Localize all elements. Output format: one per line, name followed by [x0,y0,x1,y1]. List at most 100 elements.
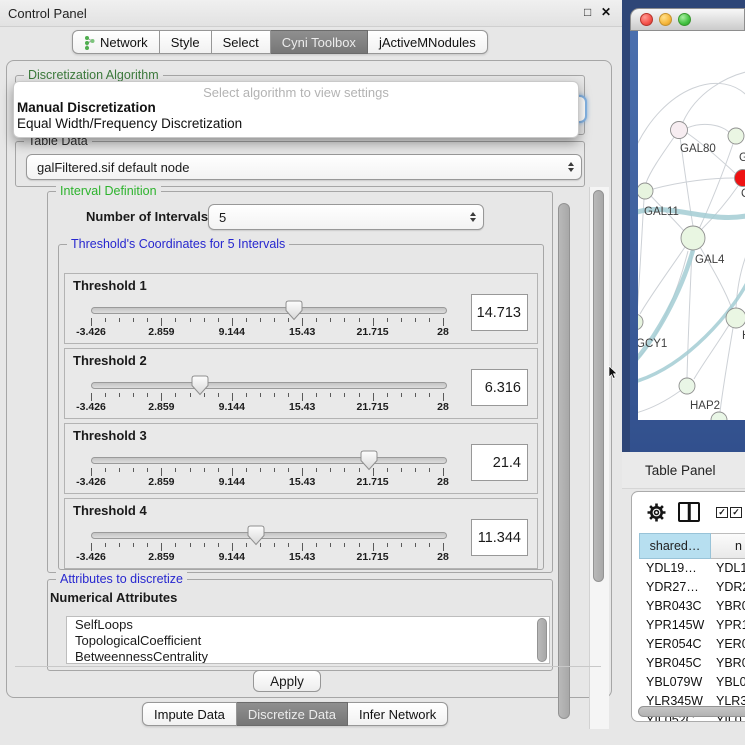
slider-tick [429,318,430,322]
threshold-value-field[interactable]: 6.316 [471,369,528,406]
table-data-combo[interactable]: galFiltered.sif default node [26,154,582,180]
minimize-traffic-light-icon[interactable] [659,13,672,26]
network-edge[interactable] [653,178,734,189]
tab-label: Network [100,35,148,50]
tab-label: Discretize Data [248,707,336,722]
algorithm-option-equal-width-frequency-discretization[interactable]: Equal Width/Frequency Discretization [17,116,570,132]
threshold-value-field[interactable]: 14.713 [471,294,528,331]
attribute-item-selfloops[interactable]: SelfLoops [67,617,549,633]
cell-shared-name: YDR27… [646,580,699,594]
attribute-item-topologicalcoefficient[interactable]: TopologicalCoefficient [67,633,549,649]
zoom-traffic-light-icon[interactable] [678,13,691,26]
tab-label: Select [223,35,259,50]
network-edge[interactable] [646,130,679,183]
network-edge[interactable] [687,124,729,132]
network-edge[interactable] [720,328,733,412]
table-row[interactable]: YBL079WYBL0 [639,675,745,694]
close-traffic-light-icon[interactable] [640,13,653,26]
threshold-panel-3: Threshold 3-3.4262.8599.14415.4321.71528… [64,423,538,494]
numerical-attributes-list[interactable]: SelfLoopsTopologicalCoefficientBetweenne… [66,616,550,664]
slider-track[interactable] [91,532,447,539]
bottom-tab-discretize-data[interactable]: Discretize Data [237,702,348,726]
gear-icon[interactable] [646,502,667,523]
network-edge[interactable] [694,325,729,379]
slider-thumb[interactable] [191,375,209,396]
algorithm-option-manual-discretization[interactable]: Manual Discretization [17,100,570,116]
network-node[interactable] [735,170,745,187]
mouse-cursor [608,366,619,380]
apply-button[interactable]: Apply [253,670,321,692]
table-row[interactable]: YDL19…YDL1 [639,561,745,580]
network-node[interactable] [726,308,745,328]
network-edge[interactable] [640,247,685,314]
attributes-list-scrollbar[interactable] [537,618,547,662]
combo-stepper-icon [568,162,574,172]
table-row[interactable]: YER054CYER0 [639,637,745,656]
slider-tick-label: 21.715 [357,326,389,338]
slider-tick [415,393,416,397]
network-edge[interactable] [638,391,680,413]
column-header-shared-name[interactable]: shared… [639,533,711,559]
slider-tick [330,318,331,322]
slider-thumb[interactable] [285,300,303,321]
desktop-background: GAL80GCGAL11GAL4GCY1HHAP2 [622,0,745,452]
checkbox-icon[interactable]: ✓ [716,507,728,518]
tab-cyni-toolbox[interactable]: Cyni Toolbox [271,30,368,54]
network-edge[interactable] [683,71,745,122]
network-node[interactable] [638,314,643,330]
tab-select[interactable]: Select [212,30,271,54]
column-header-name[interactable]: n [711,533,745,559]
number-of-intervals-combo[interactable]: 5 [208,204,484,230]
bottom-tab-impute-data[interactable]: Impute Data [142,702,237,726]
threshold-value-field[interactable]: 11.344 [471,519,528,556]
network-node[interactable] [681,226,705,250]
slider-tick-label: 28 [437,551,449,563]
slider-tick-label: 28 [437,476,449,488]
slider-tick [105,468,106,472]
network-node[interactable] [671,122,688,139]
slider-tick [373,543,374,551]
slider-tick [260,318,261,322]
bottom-tab-infer-network[interactable]: Infer Network [348,702,448,726]
table-row[interactable]: YBR043CYBR0 [639,599,745,618]
network-node[interactable] [638,183,653,199]
tab-jactivemnodules[interactable]: jActiveMNodules [368,30,488,54]
slider-tick [316,543,317,547]
network-node-label: GCY1 [638,338,667,350]
panel-scrollbar-thumb[interactable] [593,190,604,582]
network-node[interactable] [679,378,695,394]
columns-icon[interactable] [678,502,700,522]
slider-tick [274,468,275,472]
slider-thumb[interactable] [247,525,265,546]
slider-track[interactable] [91,457,447,464]
inner-scrollbar[interactable] [558,203,570,719]
table-row[interactable]: YPR145WYPR1 [639,618,745,637]
network-edge[interactable] [638,83,745,151]
slider-thumb[interactable] [360,450,378,471]
cell-shared-name: YPR145W [646,618,704,632]
slider-track[interactable] [91,382,447,389]
network-node-label: GAL11 [644,206,679,218]
slider-tick [105,393,106,397]
network-node[interactable] [711,412,727,420]
checkbox-icon[interactable]: ✓ [730,507,742,518]
network-window-titlebar[interactable] [630,8,745,31]
table-row[interactable]: YBR045CYBR0 [639,656,745,675]
network-canvas[interactable]: GAL80GCGAL11GAL4GCY1HHAP2 [638,31,745,420]
close-icon[interactable]: ✕ [601,5,611,19]
slider-tick [105,543,106,547]
tab-label: Infer Network [359,707,436,722]
panel-scrollbar-track[interactable] [589,187,609,729]
attribute-item-betweennesscentrality[interactable]: BetweennessCentrality [67,649,549,664]
threshold-value-field[interactable]: 21.4 [471,444,528,481]
slider-track[interactable] [91,307,447,314]
slider-tick [232,543,233,551]
network-edge[interactable] [701,186,738,230]
network-node[interactable] [728,128,744,144]
tab-network[interactable]: Network [72,30,160,54]
table-row[interactable]: YDR27…YDR2 [639,580,745,599]
slider-tick [147,318,148,322]
tab-style[interactable]: Style [160,30,212,54]
float-window-icon[interactable]: □ [584,5,591,19]
table-horizontal-scrollbar[interactable] [638,706,745,717]
